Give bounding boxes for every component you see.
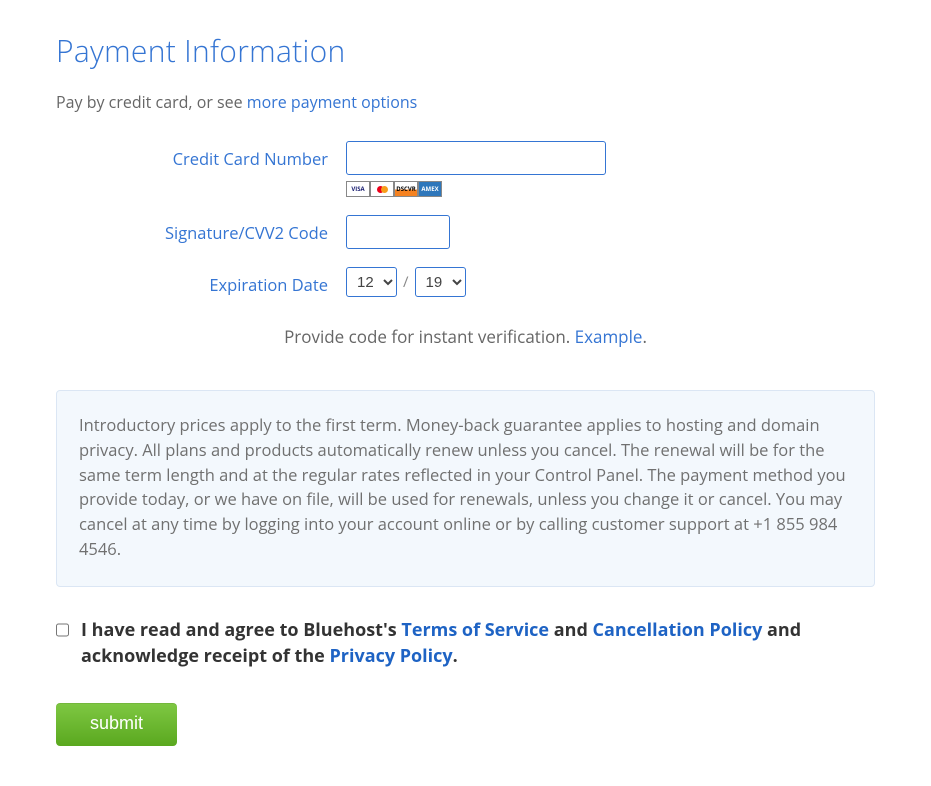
expiration-row: Expiration Date 12 / 19	[56, 267, 875, 297]
verify-example-link[interactable]: Example	[575, 325, 643, 348]
card-number-label: Credit Card Number	[56, 141, 346, 170]
cancellation-policy-link[interactable]: Cancellation Policy	[593, 618, 763, 642]
payment-information-page: Payment Information Pay by credit card, …	[0, 0, 931, 786]
exp-month-select[interactable]: 12	[346, 267, 397, 297]
cvv-row: Signature/CVV2 Code	[56, 215, 875, 249]
exp-year-select[interactable]: 19	[415, 267, 466, 297]
mastercard-icon	[370, 181, 394, 197]
discover-icon: DSCVR	[394, 181, 418, 197]
cvv-input[interactable]	[346, 215, 450, 249]
payment-form: Credit Card Number VISA DSCVR AMEX Signa…	[56, 141, 875, 297]
verify-text: Provide code for instant verification. E…	[56, 325, 875, 348]
agree-row: I have read and agree to Bluehost's Term…	[56, 617, 875, 669]
accepted-cards: VISA DSCVR AMEX	[346, 181, 606, 197]
agree-mid1: and	[549, 618, 592, 642]
expiration-label: Expiration Date	[56, 267, 346, 296]
verify-prefix: Provide code for instant verification.	[284, 325, 575, 348]
amex-icon: AMEX	[418, 181, 442, 197]
verify-suffix: .	[642, 325, 646, 348]
agree-text: I have read and agree to Bluehost's Term…	[81, 617, 875, 669]
terms-of-service-link[interactable]: Terms of Service	[401, 618, 549, 642]
intro-prefix: Pay by credit card, or see	[56, 91, 247, 113]
cvv-label: Signature/CVV2 Code	[56, 215, 346, 244]
card-number-row: Credit Card Number VISA DSCVR AMEX	[56, 141, 875, 197]
card-number-input[interactable]	[346, 141, 606, 175]
page-title: Payment Information	[56, 30, 875, 71]
pricing-disclosure: Introductory prices apply to the first t…	[56, 390, 875, 587]
exp-separator: /	[403, 272, 409, 292]
privacy-policy-link[interactable]: Privacy Policy	[329, 644, 452, 668]
intro-text: Pay by credit card, or see more payment …	[56, 91, 875, 113]
agree-prefix: I have read and agree to Bluehost's	[81, 618, 401, 642]
visa-icon: VISA	[346, 181, 370, 197]
more-payment-options-link[interactable]: more payment options	[247, 91, 418, 113]
submit-button[interactable]: submit	[56, 703, 177, 746]
agree-suffix: .	[453, 644, 458, 668]
agree-checkbox[interactable]	[56, 623, 69, 637]
